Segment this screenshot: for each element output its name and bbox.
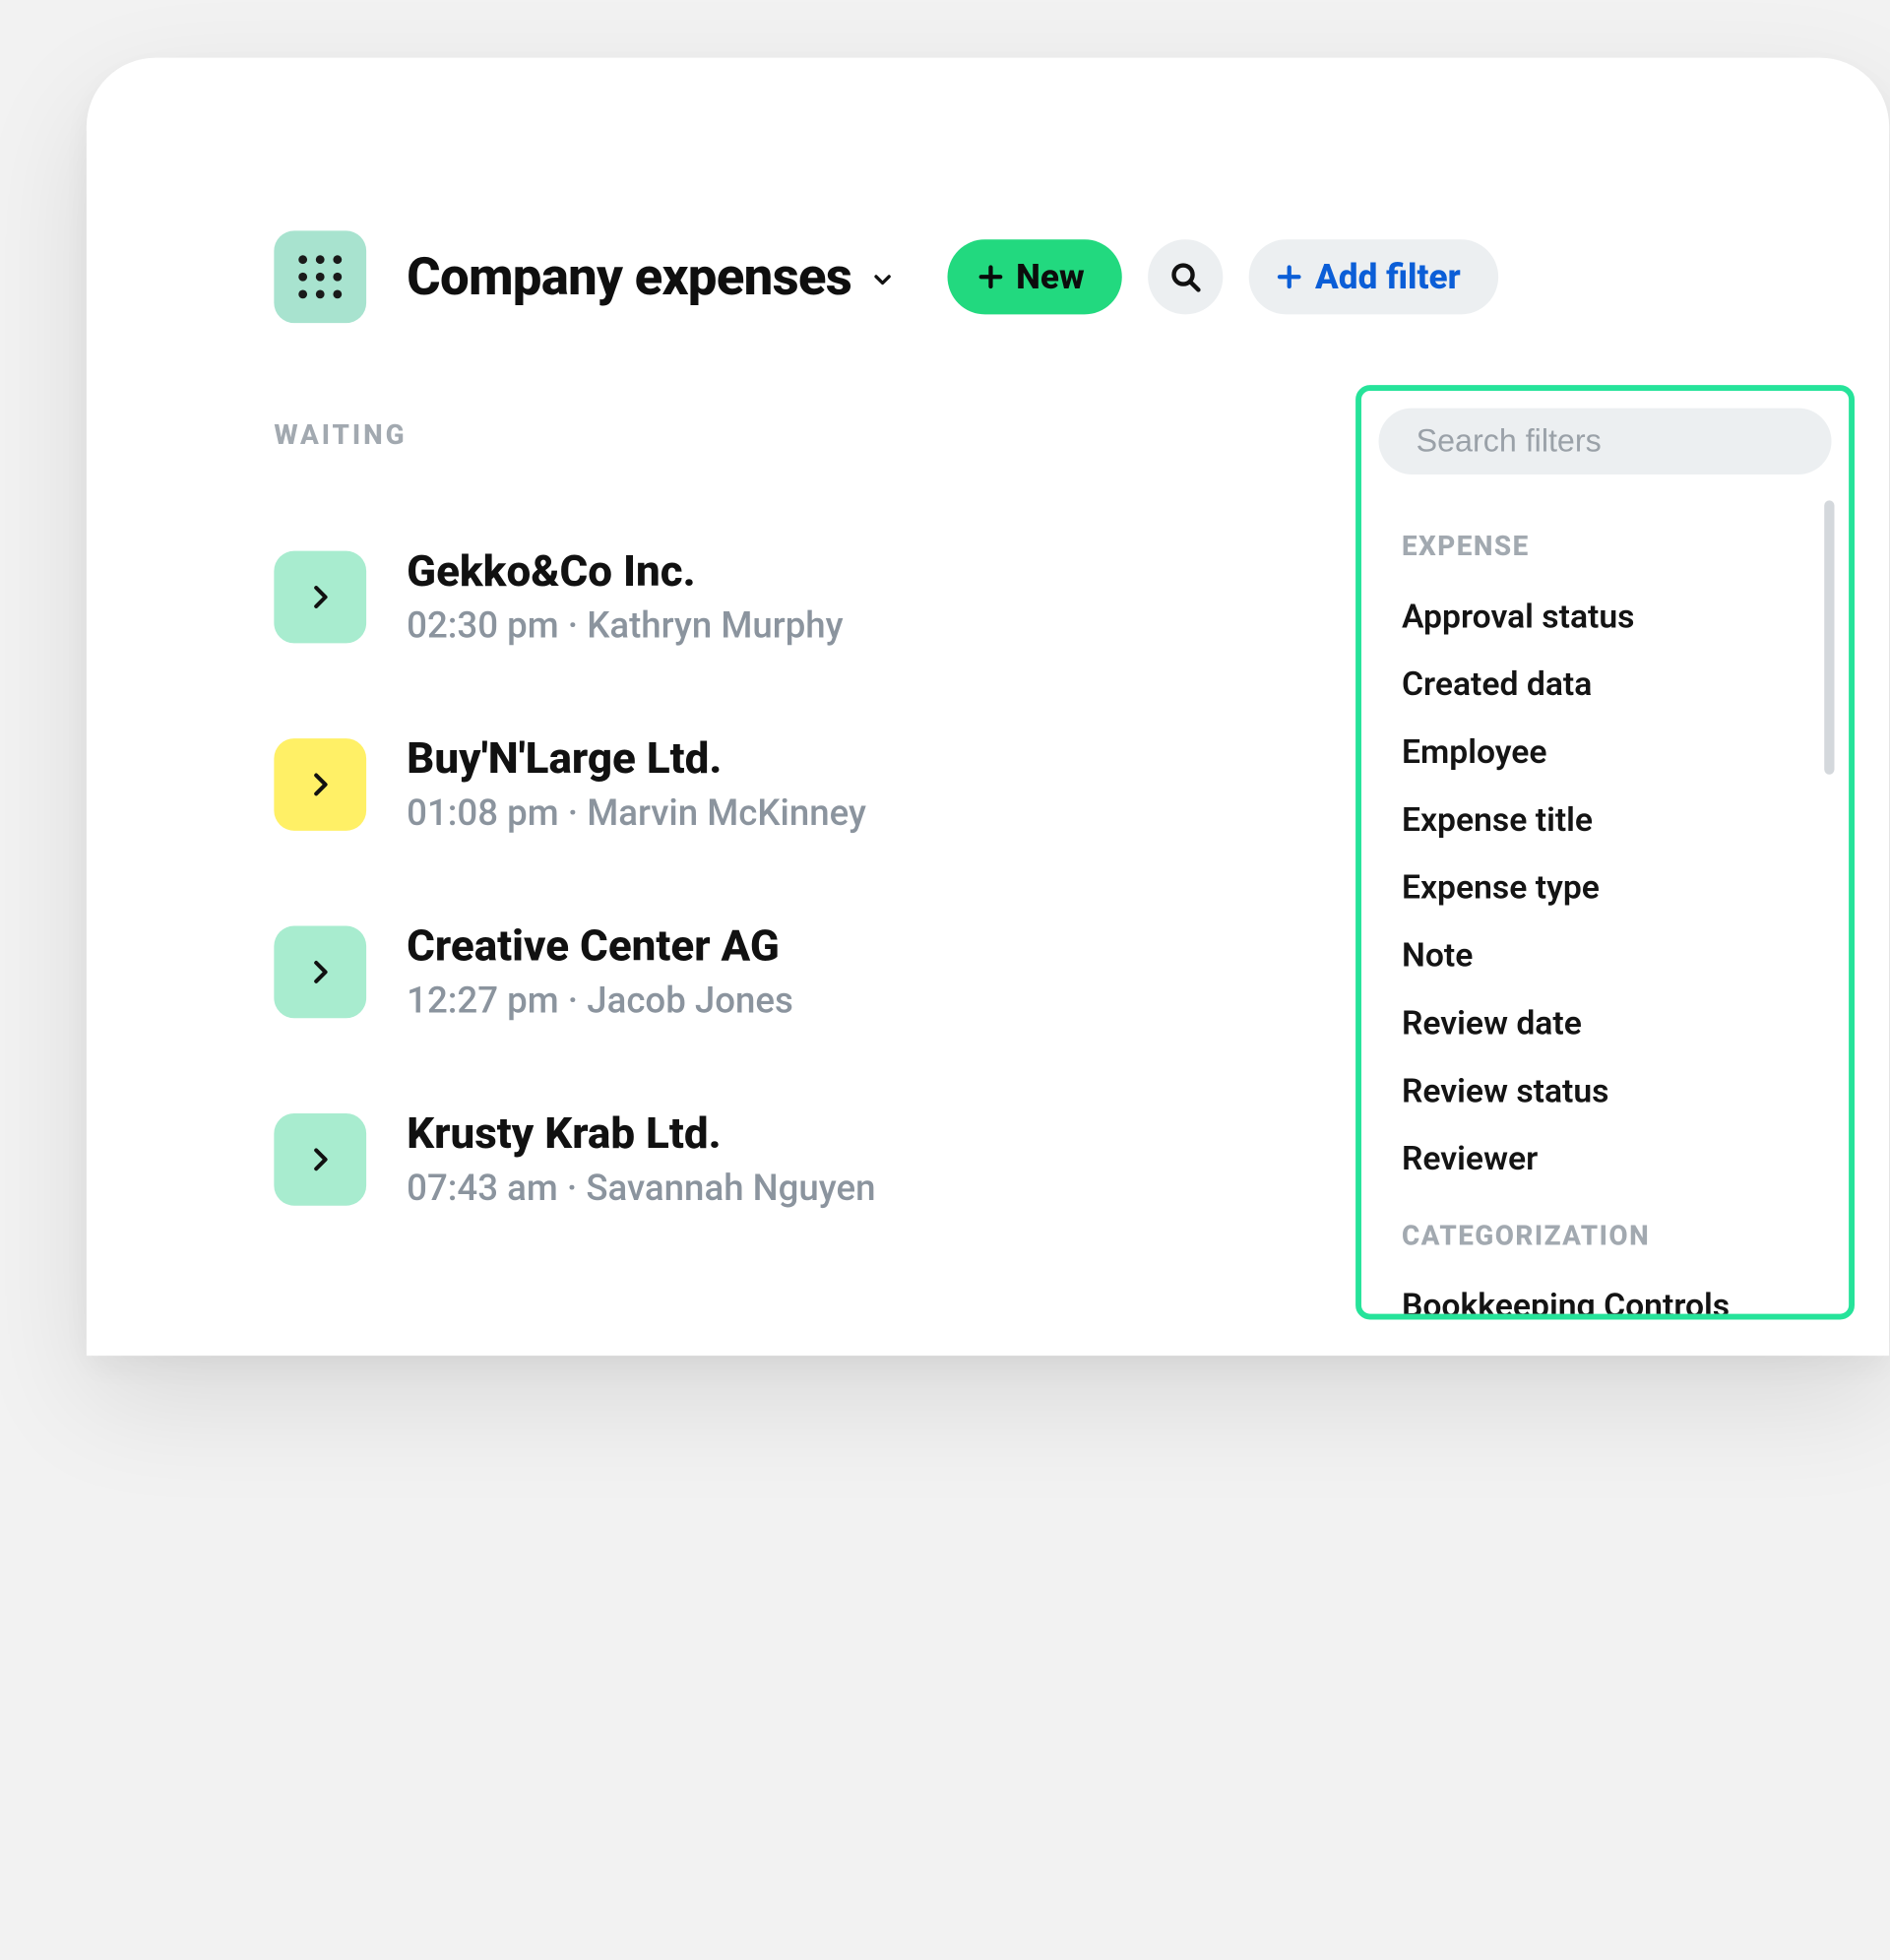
add-filter-button[interactable]: Add filter: [1249, 239, 1498, 314]
page-title: Company expenses: [407, 247, 851, 308]
filter-search-field[interactable]: [1379, 409, 1832, 474]
filter-panel: EXPENSE Approval statusCreated dataEmploy…: [1355, 385, 1855, 1319]
filter-option[interactable]: Approval status: [1402, 583, 1829, 651]
filter-option[interactable]: Expense title: [1402, 786, 1829, 854]
filter-group-label: CATEGORIZATION: [1402, 1219, 1829, 1252]
header: Company expenses New Add filter: [274, 230, 1731, 323]
title-dropdown[interactable]: Company expenses: [407, 247, 895, 308]
add-filter-label: Add filter: [1315, 257, 1461, 297]
new-button-label: New: [1016, 257, 1084, 297]
new-button[interactable]: New: [947, 239, 1122, 314]
chevron-right-icon: [304, 956, 336, 987]
plus-icon: [1275, 263, 1303, 291]
app-tile-icon[interactable]: [274, 230, 366, 323]
plus-icon: [976, 263, 1004, 291]
app-window: Company expenses New Add filter WAITING: [87, 58, 1889, 1357]
expense-status-icon: [274, 926, 366, 1019]
filter-option[interactable]: Reviewer: [1402, 1125, 1829, 1193]
chevron-right-icon: [304, 769, 336, 800]
filter-scroll-area: EXPENSE Approval statusCreated dataEmploy…: [1379, 489, 1838, 1314]
grid-dots-icon: [295, 252, 345, 301]
chevron-right-icon: [304, 581, 336, 612]
chevron-down-icon: [869, 267, 895, 292]
scrollbar[interactable]: [1824, 500, 1834, 774]
filter-option[interactable]: Note: [1402, 921, 1829, 989]
filter-option[interactable]: Bookkeeping Controls: [1402, 1272, 1829, 1313]
search-icon: [1168, 260, 1203, 294]
filter-option[interactable]: Employee: [1402, 719, 1829, 787]
search-button[interactable]: [1148, 239, 1223, 314]
expense-status-icon: [274, 738, 366, 831]
expense-status-icon: [274, 551, 366, 644]
filter-option[interactable]: Review date: [1402, 989, 1829, 1057]
expense-status-icon: [274, 1113, 366, 1206]
chevron-right-icon: [304, 1144, 336, 1175]
filter-option[interactable]: Review status: [1402, 1057, 1829, 1125]
filter-option[interactable]: Expense type: [1402, 854, 1829, 921]
filter-group-label: EXPENSE: [1402, 530, 1829, 563]
filter-option[interactable]: Created data: [1402, 651, 1829, 719]
filter-search-input[interactable]: [1417, 422, 1832, 460]
